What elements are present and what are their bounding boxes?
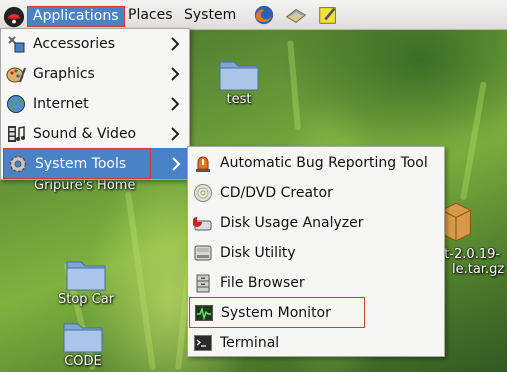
desktop-icon-label: CODE <box>64 354 102 369</box>
system-tools-submenu: Automatic Bug Reporting Tool CD/DVD Crea… <box>187 146 445 357</box>
menu-item-label: System Tools <box>35 155 127 172</box>
menu-item-sound-video[interactable]: Sound & Video <box>2 119 188 149</box>
menu-item-terminal[interactable]: Terminal <box>189 328 443 358</box>
menu-item-graphics[interactable]: Graphics <box>2 59 188 89</box>
chevron-right-icon <box>172 157 181 171</box>
chevron-right-icon <box>171 127 180 141</box>
menu-item-label: Automatic Bug Reporting Tool <box>220 155 428 171</box>
menu-item-system-monitor[interactable]: System Monitor <box>189 297 365 328</box>
folder-icon <box>219 61 259 91</box>
desktop-folder-test[interactable]: test <box>218 56 260 107</box>
menu-item-label: Sound & Video <box>33 126 137 142</box>
chevron-right-icon <box>171 97 180 111</box>
menu-item-label: Accessories <box>33 36 116 52</box>
folder-icon <box>63 323 103 353</box>
system-label: System <box>184 7 237 23</box>
folder-icon <box>66 261 106 291</box>
alert-siren-icon <box>196 156 210 172</box>
gear-icon <box>9 155 27 172</box>
hard-drive-icon <box>194 245 212 261</box>
system-monitor-icon <box>195 304 213 321</box>
menu-item-label: CD/DVD Creator <box>220 185 333 201</box>
desktop-icon-label: le.tar.gz <box>452 262 505 277</box>
menu-item-label: Internet <box>33 96 89 112</box>
chevron-right-icon <box>171 37 180 51</box>
menu-item-label: System Monitor <box>221 304 331 321</box>
globe-icon <box>7 95 25 113</box>
redhat-logo-icon <box>3 6 25 27</box>
graphics-icon <box>6 67 26 83</box>
desktop-icon-label: Stop Car <box>58 292 115 307</box>
grass-streak <box>287 40 301 131</box>
applications-menu-button[interactable]: Applications <box>3 3 125 30</box>
menu-item-accessories[interactable]: Accessories <box>2 29 188 59</box>
desktop-folder-stop-car[interactable]: Stop Car <box>58 256 114 307</box>
applications-menu: Accessories Graphics Internet Sound & Vi… <box>0 28 190 180</box>
desktop-archive[interactable]: nt-2.0.19- le.tar.gz <box>436 200 507 280</box>
menu-item-internet[interactable]: Internet <box>2 89 188 119</box>
desktop-icon-label: Gripure's Home <box>34 178 136 193</box>
menu-item-cd-dvd-creator[interactable]: CD/DVD Creator <box>189 178 443 208</box>
desktop-home[interactable]: Gripure's Home <box>34 178 135 193</box>
grass-streak <box>460 81 487 201</box>
menu-item-label: File Browser <box>220 275 305 291</box>
disc-icon <box>194 184 212 202</box>
menu-item-bug-reporting[interactable]: Automatic Bug Reporting Tool <box>189 148 443 178</box>
firefox-launcher-icon[interactable] <box>253 4 275 26</box>
accessories-icon <box>8 36 25 53</box>
menu-item-label: Terminal <box>220 335 280 351</box>
menu-item-file-browser[interactable]: File Browser <box>189 268 443 298</box>
system-tools-arrow-area[interactable] <box>151 148 189 179</box>
menu-item-system-tools[interactable]: System Tools <box>3 148 151 179</box>
menu-item-label: Graphics <box>33 66 95 82</box>
chevron-right-icon <box>171 67 180 81</box>
places-label: Places <box>128 7 173 23</box>
grass-streak <box>124 191 156 371</box>
film-icon <box>8 126 25 142</box>
menu-item-label: Disk Usage Analyzer <box>220 215 364 231</box>
places-menu-button[interactable]: Places <box>122 0 179 30</box>
terminal-icon <box>194 335 212 351</box>
text-editor-launcher-icon[interactable] <box>317 4 339 26</box>
system-menu-button[interactable]: System <box>178 0 242 30</box>
top-panel: Applications Places System <box>0 0 507 30</box>
menu-item-disk-utility[interactable]: Disk Utility <box>189 238 443 268</box>
desktop-folder-code[interactable]: CODE <box>62 318 104 369</box>
menu-item-disk-usage-analyzer[interactable]: Disk Usage Analyzer <box>189 208 443 238</box>
file-cabinet-icon <box>196 274 210 293</box>
notes-launcher-icon[interactable] <box>285 4 307 26</box>
desktop-icon-label: test <box>226 92 252 107</box>
desktop-icon-label: nt-2.0.19- <box>436 247 501 262</box>
menu-item-label: Disk Utility <box>220 245 296 261</box>
applications-label: Applications <box>27 6 125 27</box>
disk-usage-icon <box>193 217 212 231</box>
